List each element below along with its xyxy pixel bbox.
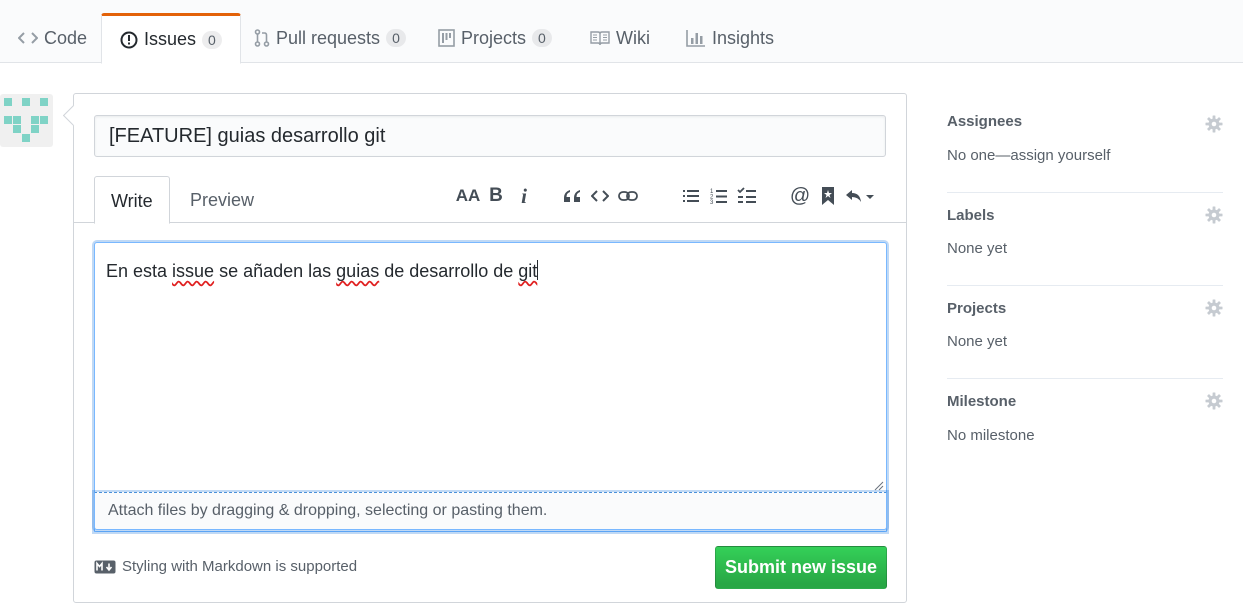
sidebar-milestone: Milestone No milestone	[947, 379, 1223, 472]
code-icon	[18, 31, 38, 45]
gear-icon[interactable]	[1205, 206, 1223, 224]
milestone-value: No milestone	[947, 427, 1035, 444]
italic-icon[interactable]: i	[510, 182, 538, 210]
projects-value: None yet	[947, 333, 1008, 350]
tab-pull-requests[interactable]: Pull requests 0	[236, 13, 424, 63]
new-issue-form: [FEATURE] guias desarrollo git Write Pre…	[73, 93, 907, 603]
bookmark-icon[interactable]	[814, 182, 842, 210]
svg-text:3: 3	[710, 200, 714, 205]
tab-code-label: Code	[44, 27, 88, 48]
code-brackets-icon[interactable]	[586, 182, 614, 210]
projects-heading: Projects	[947, 300, 1007, 317]
wiki-icon	[590, 30, 610, 46]
quote-icon[interactable]	[558, 182, 586, 210]
tab-write[interactable]: Write	[94, 176, 170, 224]
markdown-icon	[94, 560, 116, 574]
tab-projects-label: Projects	[461, 27, 527, 48]
toolbar-list-group: 123	[677, 182, 761, 210]
gear-icon[interactable]	[1205, 299, 1223, 317]
resize-handle-icon[interactable]	[874, 481, 884, 491]
task-list-icon[interactable]	[733, 182, 761, 210]
ordered-list-icon[interactable]: 123	[705, 182, 733, 210]
text-size-icon[interactable]: AA	[454, 182, 482, 210]
tab-issues[interactable]: Issues 0	[101, 13, 241, 64]
labels-heading: Labels	[947, 207, 995, 224]
assign-yourself-link[interactable]: No one—assign yourself	[947, 147, 1110, 164]
avatar	[0, 94, 53, 147]
graph-icon	[686, 29, 706, 47]
tab-preview[interactable]: Preview	[174, 176, 270, 223]
toolbar-extra-group: @	[786, 182, 878, 210]
project-icon	[438, 29, 455, 47]
issue-body-textarea[interactable]: En esta issue se añaden las guias de des…	[94, 242, 887, 532]
projects-counter: 0	[532, 29, 552, 47]
pull-request-icon	[254, 29, 270, 47]
mention-icon[interactable]: @	[786, 182, 814, 210]
tab-insights[interactable]: Insights	[668, 13, 792, 63]
unordered-list-icon[interactable]	[677, 182, 705, 210]
gear-icon[interactable]	[1205, 392, 1223, 410]
link-icon[interactable]	[614, 182, 642, 210]
sidebar-projects: Projects None yet	[947, 286, 1223, 379]
toolbar-insert-group	[558, 182, 642, 210]
gear-icon[interactable]	[1205, 115, 1223, 133]
labels-value: None yet	[947, 240, 1008, 257]
repo-nav: Code Issues 0 Pull requests 0 Projects 0…	[0, 0, 1243, 64]
milestone-heading: Milestone	[947, 393, 1017, 410]
tab-issues-label: Issues	[144, 29, 197, 49]
pulls-counter: 0	[386, 29, 406, 47]
toolbar-text-group: AA B i	[454, 182, 538, 210]
assignees-heading: Assignees	[947, 113, 1023, 130]
tab-pull-requests-label: Pull requests	[276, 27, 381, 48]
submit-new-issue-button[interactable]: Submit new issue	[715, 546, 887, 589]
discussion-sidebar: Assignees No one—assign yourself Labels …	[947, 100, 1223, 472]
tab-wiki-label: Wiki	[616, 27, 650, 48]
markdown-hint[interactable]: Styling with Markdown is supported	[94, 558, 357, 575]
reply-icon[interactable]	[842, 182, 878, 210]
issues-counter: 0	[202, 30, 222, 49]
tab-code[interactable]: Code	[0, 13, 105, 63]
attach-files-hint: Attach files by dragging & dropping, sel…	[108, 502, 548, 519]
sidebar-labels: Labels None yet	[947, 193, 1223, 286]
issue-icon	[120, 31, 138, 49]
attach-files-zone[interactable]: Attach files by dragging & dropping, sel…	[94, 481, 887, 530]
bold-icon[interactable]: B	[482, 182, 510, 210]
markdown-hint-label: Styling with Markdown is supported	[122, 558, 358, 575]
tab-wiki[interactable]: Wiki	[572, 13, 668, 63]
tab-insights-label: Insights	[712, 27, 775, 48]
issue-title-input[interactable]: [FEATURE] guias desarrollo git	[94, 115, 886, 157]
tab-projects[interactable]: Projects 0	[420, 13, 570, 63]
sidebar-assignees: Assignees No one—assign yourself	[947, 100, 1223, 193]
